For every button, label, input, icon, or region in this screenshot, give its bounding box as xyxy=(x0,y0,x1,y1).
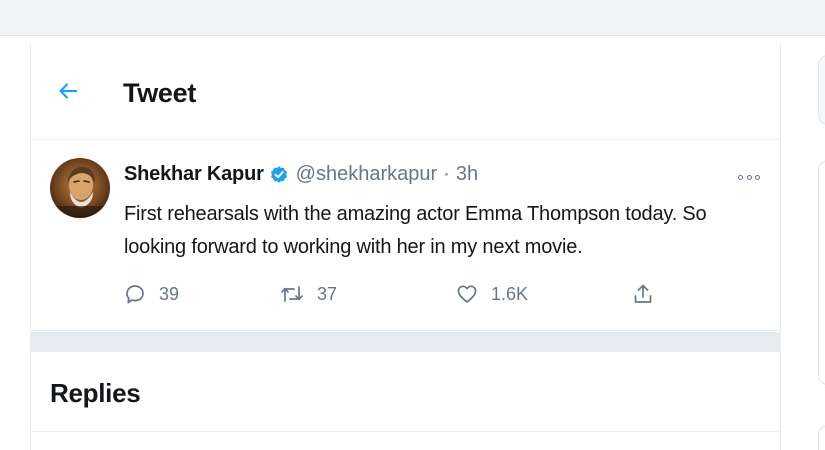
more-dot-icon xyxy=(746,174,752,180)
retweet-button[interactable]: 37 xyxy=(279,279,337,309)
main-column: Tweet Shekhar Kapur @shekharkapur · 3h F… xyxy=(30,44,781,450)
replies-title: Replies xyxy=(50,378,141,408)
author-handle[interactable]: @shekharkapur xyxy=(296,163,437,186)
retweet-count: 37 xyxy=(317,283,338,304)
browser-top-bar xyxy=(0,0,825,36)
section-divider xyxy=(31,332,780,352)
sidebar-card-edge-2 xyxy=(818,425,825,450)
avatar[interactable] xyxy=(50,158,110,218)
tweet-timestamp[interactable]: 3h xyxy=(456,163,478,186)
meta-separator: · xyxy=(443,163,450,185)
like-button[interactable]: 1.6K xyxy=(455,279,528,309)
more-options-button[interactable] xyxy=(738,171,760,183)
share-button[interactable] xyxy=(631,279,655,309)
search-box-edge[interactable] xyxy=(818,55,825,125)
tweet-text: First rehearsals with the amazing actor … xyxy=(124,203,707,258)
back-button[interactable] xyxy=(53,78,83,108)
more-dot-icon xyxy=(738,174,743,180)
reply-count: 39 xyxy=(159,283,180,304)
tweet[interactable]: Shekhar Kapur @shekharkapur · 3h First r… xyxy=(31,141,780,331)
replies-section-header: Replies xyxy=(31,352,780,432)
arrow-left-icon xyxy=(56,79,80,108)
retweet-icon xyxy=(279,282,305,306)
page-header: Tweet xyxy=(31,44,780,140)
tweet-actions: 39 37 1.6K xyxy=(123,279,683,309)
verified-badge-icon xyxy=(269,165,289,185)
tweet-meta: Shekhar Kapur @shekharkapur · 3h xyxy=(124,163,478,186)
heart-icon xyxy=(455,282,479,306)
reply-icon xyxy=(123,282,147,306)
share-icon xyxy=(631,282,655,306)
more-dot-icon xyxy=(755,174,760,180)
like-count: 1.6K xyxy=(491,283,529,304)
author-name[interactable]: Shekhar Kapur xyxy=(124,163,264,186)
reply-button[interactable]: 39 xyxy=(123,279,179,309)
page-title: Tweet xyxy=(123,78,197,108)
sidebar-card-edge xyxy=(818,160,825,385)
